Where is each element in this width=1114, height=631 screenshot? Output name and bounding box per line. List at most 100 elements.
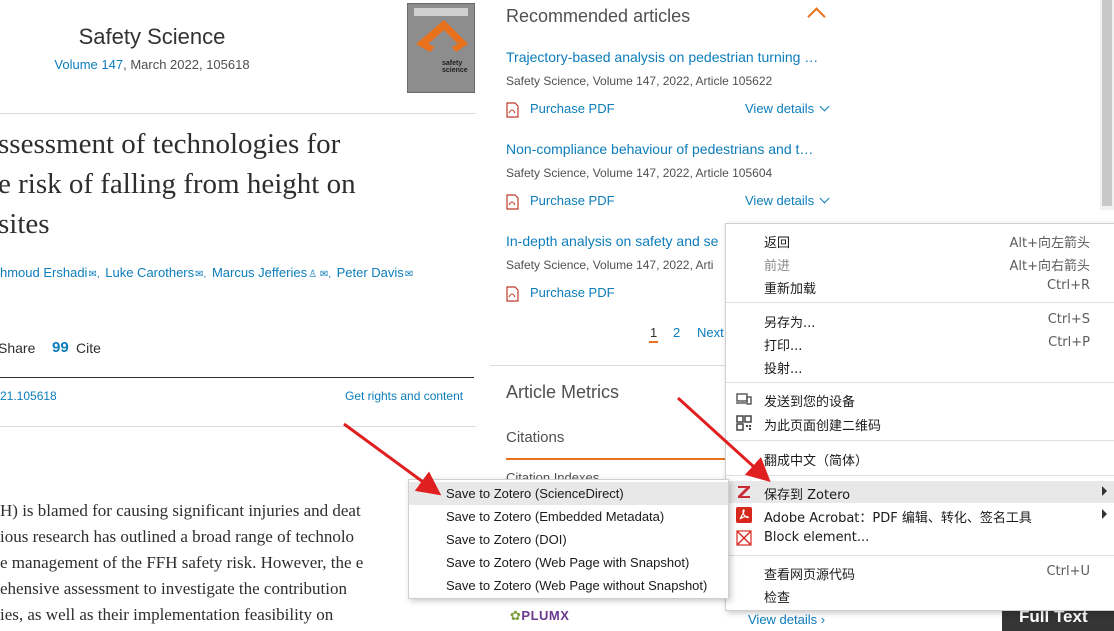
submenu-label: Save to Zotero (Web Page with Snapshot)	[446, 555, 690, 570]
journal-cover-image[interactable]: safety science	[407, 3, 475, 93]
ctx-label: 投射...	[764, 362, 803, 377]
zotero-save-sciencedirect[interactable]: Save to Zotero (ScienceDirect)	[409, 482, 728, 505]
ctx-label: 打印...	[764, 339, 803, 354]
plumx-logo[interactable]: ✿PLUMX	[510, 608, 569, 624]
ctx-label: 发送到您的设备	[764, 395, 856, 410]
share-button[interactable]: Share	[0, 340, 35, 356]
zotero-save-web-page-with-snapshot[interactable]: Save to Zotero (Web Page with Snapshot)	[409, 551, 728, 574]
mail-icon[interactable]: ✉,	[88, 269, 99, 280]
ctx-forward[interactable]: 前进 Alt+向右箭头	[726, 252, 1114, 274]
ctx-back[interactable]: 返回 Alt+向左箭头	[726, 229, 1114, 251]
ctx-inspect[interactable]: 检查	[726, 584, 1114, 606]
view-details-label[interactable]: View details	[745, 101, 814, 116]
ctx-label: 为此页面创建二维码	[764, 419, 882, 434]
ctx-adobe-acrobat[interactable]: Adobe Acrobat：PDF 编辑、转化、签名工具	[726, 504, 1114, 526]
block-element-icon	[736, 530, 752, 546]
author-link[interactable]: Peter Davis	[337, 265, 404, 280]
view-details-label[interactable]: View details	[745, 193, 814, 208]
section-divider	[0, 426, 476, 427]
zotero-icon	[738, 486, 750, 498]
pagination-current-page[interactable]: 1	[650, 325, 657, 340]
submenu-arrow-icon	[1102, 509, 1107, 519]
zotero-submenu: Save to Zotero (ScienceDirect) Save to Z…	[408, 479, 729, 599]
abstract-line: e management of the FFH safety risk. How…	[0, 553, 364, 572]
chevron-up-icon[interactable]	[807, 7, 826, 26]
chevron-down-icon[interactable]	[819, 101, 830, 112]
ctx-label: 前进	[764, 259, 791, 274]
recommended-article-link[interactable]: In-depth analysis on safety and se	[506, 233, 718, 249]
ctx-block-element[interactable]: Block element...	[726, 527, 1114, 549]
pagination-current-underline	[649, 341, 658, 343]
doi-link[interactable]: 21.105618	[0, 389, 57, 403]
journal-title[interactable]: Safety Science	[40, 24, 264, 50]
zotero-save-doi[interactable]: Save to Zotero (DOI)	[409, 528, 728, 551]
view-details-link[interactable]: View details	[745, 193, 830, 208]
view-details-link[interactable]: View details ›	[748, 612, 825, 627]
rights-link[interactable]: Get rights and content	[345, 389, 463, 403]
ctx-qr-code[interactable]: 为此页面创建二维码	[726, 412, 1114, 434]
pagination-next[interactable]: Next	[697, 325, 724, 340]
ctx-shortcut: Alt+向右箭头	[1009, 259, 1091, 274]
ctx-reload[interactable]: 重新加载 Ctrl+R	[726, 275, 1114, 297]
ctx-save-as[interactable]: 另存为... Ctrl+S	[726, 309, 1114, 331]
ctx-separator	[726, 555, 1114, 556]
quote-icon[interactable]: 99	[52, 339, 69, 356]
ctx-label: 保存到 Zotero	[764, 488, 851, 503]
article-title-line-2: e risk of falling from height on	[0, 168, 356, 200]
ctx-shortcut: Alt+向左箭头	[1009, 236, 1091, 251]
citations-tab[interactable]: Citations	[506, 429, 564, 446]
cite-button[interactable]: Cite	[76, 340, 101, 356]
header-divider	[0, 113, 476, 114]
recommended-article-meta: Safety Science, Volume 147, 2022, Articl…	[506, 166, 773, 180]
zotero-save-embedded-metadata[interactable]: Save to Zotero (Embedded Metadata)	[409, 505, 728, 528]
purchase-pdf-link[interactable]: Purchase PDF	[530, 101, 615, 116]
doi-divider	[0, 377, 474, 378]
ctx-shortcut: Ctrl+S	[1047, 312, 1090, 327]
author-link[interactable]: Marcus Jefferies	[212, 265, 307, 280]
ctx-separator	[726, 475, 1114, 476]
pagination-page-2[interactable]: 2	[673, 325, 680, 340]
ctx-view-source[interactable]: 查看网页源代码 Ctrl+U	[726, 561, 1114, 583]
ctx-send-to-device[interactable]: 发送到您的设备	[726, 388, 1114, 410]
recommended-article-link[interactable]: Non-compliance behaviour of pedestrians …	[506, 141, 813, 157]
scrollbar-thumb[interactable]	[1102, 0, 1112, 206]
mail-icon[interactable]: ✉,	[195, 269, 206, 280]
abstract-line: ious research has outlined a broad range…	[0, 527, 355, 546]
purchase-pdf-link[interactable]: Purchase PDF	[530, 193, 615, 208]
ctx-label: 查看网页源代码	[764, 568, 856, 583]
person-mail-icon[interactable]: ♙ ✉,	[308, 269, 331, 280]
ctx-translate[interactable]: 翻成中文（简体）	[726, 447, 1114, 469]
submenu-label: Save to Zotero (ScienceDirect)	[446, 486, 624, 501]
citations-underline	[506, 458, 726, 460]
ctx-cast[interactable]: 投射...	[726, 355, 1114, 377]
submenu-label: Save to Zotero (Embedded Metadata)	[446, 509, 665, 524]
ctx-save-to-zotero[interactable]: 保存到 Zotero	[726, 481, 1114, 503]
author-link[interactable]: hmoud Ershadi	[0, 265, 87, 280]
ctx-separator	[726, 440, 1114, 441]
browser-context-menu: 返回 Alt+向左箭头 前进 Alt+向右箭头 重新加载 Ctrl+R 另存为... C…	[725, 223, 1114, 611]
ctx-separator	[726, 302, 1114, 303]
recommended-article-meta: Safety Science, Volume 147, 2022, Arti	[506, 258, 714, 272]
purchase-pdf-link[interactable]: Purchase PDF	[530, 285, 615, 300]
chevron-down-icon[interactable]	[819, 193, 830, 204]
submenu-label: Save to Zotero (Web Page without Snapsho…	[446, 578, 708, 593]
journal-volume-link[interactable]: Volume 147	[54, 57, 123, 72]
ctx-print[interactable]: 打印... Ctrl+P	[726, 332, 1114, 354]
article-metrics-header: Article Metrics	[506, 382, 620, 402]
ctx-shortcut: Ctrl+R	[1046, 278, 1090, 293]
view-details-link[interactable]: View details	[745, 101, 830, 116]
author-list: hmoud Ershadi✉, Luke Carothers✉, Marcus …	[0, 265, 415, 280]
article-title-line-3: sites	[0, 208, 50, 240]
recommended-article-link[interactable]: Trajectory-based analysis on pedestrian …	[506, 49, 818, 65]
pdf-icon[interactable]	[506, 102, 519, 118]
devices-icon	[736, 393, 752, 405]
ctx-label: 翻成中文（简体）	[764, 454, 869, 469]
mail-icon[interactable]: ✉	[405, 269, 413, 280]
metrics-divider	[490, 365, 730, 366]
abstract-line: ehensive assessment to investigate the c…	[0, 579, 348, 598]
zotero-save-web-page-without-snapshot[interactable]: Save to Zotero (Web Page without Snapsho…	[409, 574, 728, 597]
pdf-icon[interactable]	[506, 194, 519, 210]
article-title-line-1: ssessment of technologies for	[0, 128, 341, 160]
author-link[interactable]: Luke Carothers	[105, 265, 194, 280]
pdf-icon[interactable]	[506, 286, 519, 302]
